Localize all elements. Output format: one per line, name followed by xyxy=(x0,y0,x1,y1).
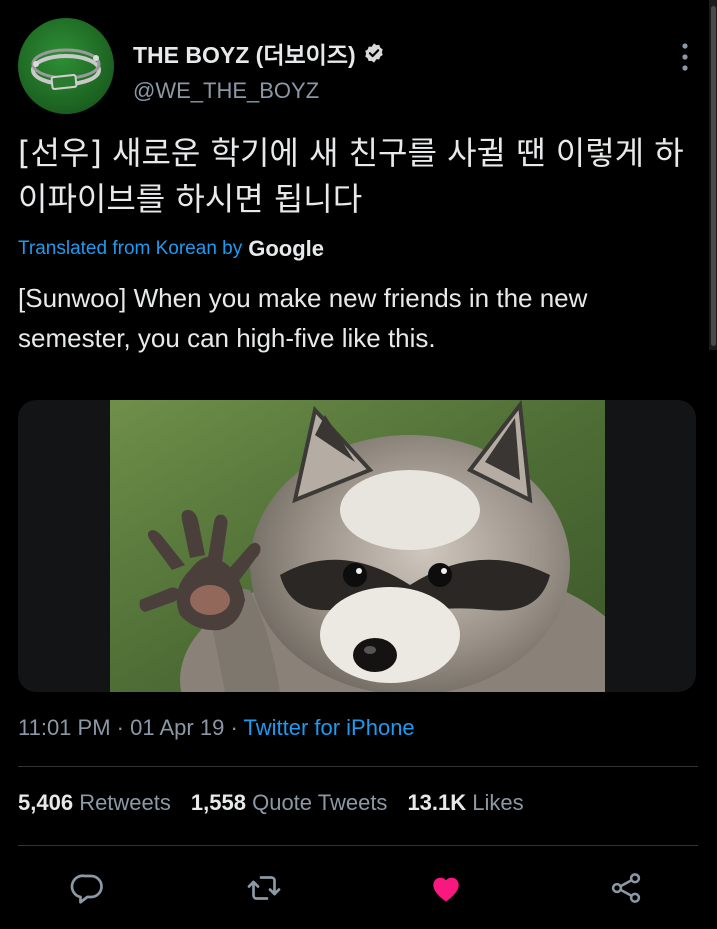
translation-attribution[interactable]: Translated from Korean by Google xyxy=(18,236,324,262)
tweet-date[interactable]: 01 Apr 19 xyxy=(130,715,224,740)
divider xyxy=(18,766,698,767)
tweet-header: THE BOYZ (더보이즈) @WE_THE_BOYZ xyxy=(18,18,698,114)
share-icon xyxy=(611,873,641,903)
author-name[interactable]: THE BOYZ (더보이즈) xyxy=(133,36,356,70)
meta-separator: · xyxy=(116,715,124,740)
divider xyxy=(18,845,698,846)
retweets-count: 5,406 xyxy=(18,790,74,815)
quote-tweets-label: Quote Tweets xyxy=(252,790,388,815)
likes-stat[interactable]: 13.1K Likes xyxy=(407,790,523,816)
author-handle[interactable]: @WE_THE_BOYZ xyxy=(133,78,385,104)
quote-tweets-stat[interactable]: 1,558 Quote Tweets xyxy=(191,790,388,816)
heart-icon xyxy=(433,877,459,902)
meta-separator: · xyxy=(230,715,238,740)
translation-label: Translated from Korean by xyxy=(18,238,243,259)
avatar[interactable] xyxy=(18,18,114,114)
verified-badge-icon xyxy=(363,42,385,64)
share-button[interactable] xyxy=(608,870,644,906)
more-options-button[interactable] xyxy=(680,40,690,74)
retweets-stat[interactable]: 5,406 Retweets xyxy=(18,790,171,816)
scrollbar-thumb[interactable] xyxy=(711,6,716,346)
reply-button[interactable] xyxy=(70,870,106,906)
retweet-icon xyxy=(247,876,281,900)
tweet-actions xyxy=(0,862,717,912)
like-button[interactable] xyxy=(428,870,464,906)
tweet-meta: 11:01 PM · 01 Apr 19 · Twitter for iPhon… xyxy=(18,715,415,741)
author-name-row[interactable]: THE BOYZ (더보이즈) xyxy=(133,36,385,70)
tweet-source-link[interactable]: Twitter for iPhone xyxy=(243,715,414,740)
author-info: THE BOYZ (더보이즈) @WE_THE_BOYZ xyxy=(133,36,385,104)
more-vertical-icon xyxy=(682,43,688,71)
likes-label: Likes xyxy=(472,790,524,815)
reply-icon xyxy=(70,874,103,904)
raccoon-photo[interactable] xyxy=(110,400,605,692)
tweet-time[interactable]: 11:01 PM xyxy=(18,715,111,740)
google-logo: Google xyxy=(248,236,325,261)
tweet-media[interactable] xyxy=(18,400,696,692)
tweet-text: [선우] 새로운 학기에 새 친구를 사귈 땐 이렇게 하이파이브를 하시면 됩… xyxy=(18,134,684,218)
retweets-label: Retweets xyxy=(79,790,171,815)
retweet-button[interactable] xyxy=(246,870,282,906)
bracelet-logo-icon xyxy=(31,48,101,91)
likes-count: 13.1K xyxy=(407,790,467,815)
scrollbar[interactable] xyxy=(709,0,717,350)
quote-tweets-count: 1,558 xyxy=(190,790,246,815)
translated-text: [Sunwoo] When you make new friends in th… xyxy=(18,283,588,353)
tweet-stats: 5,406 Retweets 1,558 Quote Tweets 13.1K … xyxy=(18,790,544,816)
